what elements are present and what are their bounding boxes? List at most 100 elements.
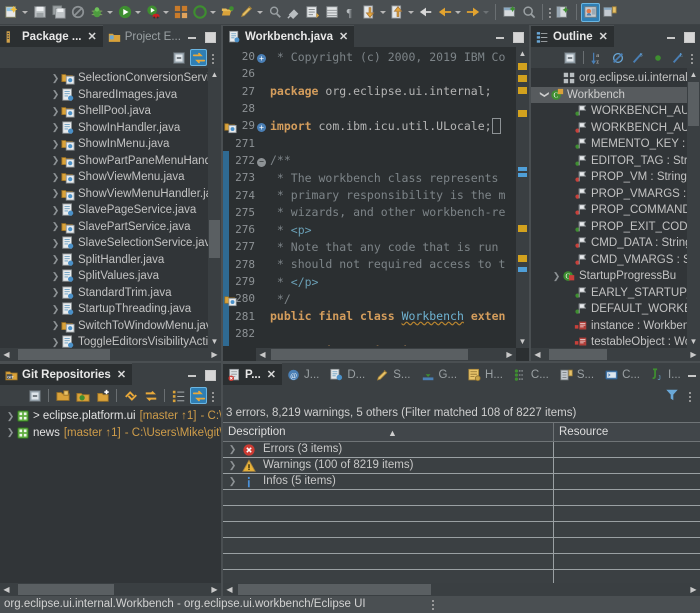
scroll-down-icon[interactable]: ▼ — [208, 335, 221, 348]
scroll-left-icon[interactable]: ◀ — [223, 583, 236, 596]
open-perspective-icon[interactable] — [553, 3, 572, 22]
fold-gutter[interactable]: − — [257, 153, 267, 167]
tab-outline[interactable]: Outline✕ — [531, 25, 614, 47]
hide-nonpublic-icon[interactable] — [649, 49, 666, 66]
scroll-left-icon[interactable]: ◀ — [256, 348, 269, 361]
marker-info[interactable] — [518, 267, 527, 272]
tab-d-[interactable]: D... — [325, 363, 371, 385]
chevron-right-icon[interactable]: ❯ — [50, 320, 61, 331]
outline-item[interactable]: WORKBENCH_AUT — [531, 120, 687, 137]
link-with-editor-icon[interactable] — [190, 49, 207, 66]
perspective-java-icon[interactable] — [581, 3, 600, 22]
tab-i-[interactable]: JI... — [646, 363, 687, 385]
hide-local-icon[interactable]: L — [669, 49, 686, 66]
table-row[interactable]: ❯Errors (3 items) — [223, 442, 700, 458]
chevron-right-icon[interactable]: ❯ — [50, 155, 61, 166]
next-annotation-icon[interactable] — [388, 3, 407, 22]
search-icon[interactable] — [519, 3, 538, 22]
outline-item[interactable]: PROP_VM : String — [531, 169, 687, 186]
minimize-button[interactable] — [687, 369, 698, 380]
chevron-right-icon[interactable]: ❯ — [227, 458, 238, 473]
scroll-thumb-h[interactable] — [18, 584, 114, 595]
chevron-right-icon[interactable]: ❯ — [50, 254, 61, 265]
open-type-icon[interactable] — [218, 3, 237, 22]
chevron-right-icon[interactable]: ❯ — [50, 287, 61, 298]
scroll-right-icon[interactable]: ▶ — [208, 348, 221, 361]
repository-row[interactable]: ❯> eclipse.platform.ui[master ↑1]- C:\U — [0, 408, 221, 425]
tree-item[interactable]: ❯SlaveSelectionService.java — [0, 235, 208, 252]
chevron-right-icon[interactable]: ❯ — [551, 271, 562, 282]
collapse-all-icon[interactable] — [170, 49, 187, 66]
save-all-icon[interactable] — [49, 3, 68, 22]
fold-gutter[interactable]: + — [257, 50, 267, 64]
chevron-right-icon[interactable]: ❯ — [50, 172, 61, 183]
git-repositories-hscrollbar[interactable]: ◀ ▶ — [0, 583, 221, 596]
close-icon[interactable]: ✕ — [267, 368, 276, 381]
code-line[interactable]: 274 * primary responsibility is the mana… — [223, 186, 505, 203]
fold-collapsed-icon[interactable]: + — [257, 123, 266, 132]
scroll-thumb[interactable] — [209, 220, 220, 258]
hide-static-icon[interactable]: S — [629, 49, 646, 66]
search-marker-icon[interactable] — [265, 3, 284, 22]
outline-item[interactable]: MEMENTO_KEY : S — [531, 136, 687, 153]
chevron-right-icon[interactable]: ❯ — [50, 238, 61, 249]
marker-warning[interactable] — [518, 63, 527, 70]
tab-package-[interactable]: Package ...✕ — [0, 25, 103, 47]
maximize-button[interactable] — [683, 31, 694, 42]
outline-item[interactable]: ❯CStartupProgressBu — [531, 268, 687, 285]
marker-warning[interactable] — [518, 255, 527, 262]
code-line[interactable]: 27package org.eclipse.ui.internal; — [223, 83, 505, 100]
repository-row[interactable]: ❯news[master ↑1]- C:\Users\Mike\git\r — [0, 425, 221, 442]
chevron-right-icon[interactable]: ❯ — [50, 221, 61, 232]
chevron-down-icon[interactable] — [21, 3, 30, 22]
code-line[interactable]: 275 * wizards, and other workbench-relat… — [223, 204, 505, 221]
table-row[interactable] — [223, 506, 700, 522]
outline-tree[interactable]: org.eclipse.ui.internal❯CWorkbenchWORKBE… — [531, 68, 700, 361]
tree-item[interactable]: ❯StartupThreading.java — [0, 301, 208, 318]
pin-icon[interactable] — [284, 3, 303, 22]
tree-item[interactable]: ❯ShowViewMenu.java — [0, 169, 208, 186]
chevron-right-icon[interactable]: ❯ — [50, 89, 61, 100]
minimize-button[interactable] — [187, 369, 198, 380]
code-line[interactable]: 281public final class Workbench extends … — [223, 307, 505, 324]
problems-hscrollbar[interactable]: ◀ ▶ — [223, 583, 700, 596]
perspective-debug-icon[interactable] — [600, 3, 619, 22]
outline-item[interactable]: org.eclipse.ui.internal — [531, 70, 687, 87]
fold-gutter[interactable]: + — [257, 119, 267, 133]
chevron-right-icon[interactable]: ❯ — [50, 106, 61, 117]
chevron-down-icon[interactable] — [407, 3, 416, 22]
minimize-button[interactable] — [495, 31, 506, 42]
outline-vscrollbar[interactable]: ▲ ▼ — [687, 68, 700, 348]
collapse-all-icon[interactable] — [26, 387, 43, 404]
tree-item[interactable]: ❯ShowInHandler.java — [0, 120, 208, 137]
scroll-thumb-h[interactable] — [271, 349, 468, 360]
outline-item[interactable]: CMD_VMARGS : St — [531, 252, 687, 269]
chevron-right-icon[interactable]: ❯ — [227, 442, 238, 457]
view-menu-icon[interactable] — [689, 49, 695, 66]
forward-icon[interactable] — [463, 3, 482, 22]
chevron-right-icon[interactable]: ❯ — [50, 337, 61, 348]
scroll-thumb-h[interactable] — [18, 349, 110, 360]
chevron-right-icon[interactable]: ❯ — [227, 474, 238, 489]
chevron-down-icon[interactable] — [209, 3, 218, 22]
previous-annotation-icon[interactable] — [360, 3, 379, 22]
link-with-selection-icon[interactable] — [190, 387, 207, 404]
scroll-up-icon[interactable]: ▲ — [516, 47, 529, 60]
marker-info[interactable] — [518, 173, 527, 177]
filter-icon[interactable] — [663, 387, 680, 404]
view-menu-icon[interactable] — [687, 387, 693, 404]
minimize-button[interactable] — [187, 31, 198, 42]
tab-c-[interactable]: C... — [509, 363, 555, 385]
chevron-down-icon[interactable]: ❯ — [539, 89, 550, 100]
skip-breakpoints-icon[interactable] — [68, 3, 87, 22]
scroll-left-icon[interactable]: ◀ — [0, 348, 13, 361]
overview-ruler[interactable]: ▲ ▼ — [516, 47, 529, 348]
table-row[interactable] — [223, 490, 700, 506]
chevron-down-icon[interactable] — [106, 3, 115, 22]
tree-item[interactable]: ❯ShellPool.java — [0, 103, 208, 120]
tree-item[interactable]: ❯ShowInMenu.java — [0, 136, 208, 153]
pilcrow-icon[interactable]: ¶ — [341, 3, 360, 22]
outline-item[interactable]: testableObject : Wo — [531, 334, 687, 348]
tab-c-[interactable]: C... — [600, 363, 646, 385]
tree-item[interactable]: ❯StandardTrim.java — [0, 285, 208, 302]
